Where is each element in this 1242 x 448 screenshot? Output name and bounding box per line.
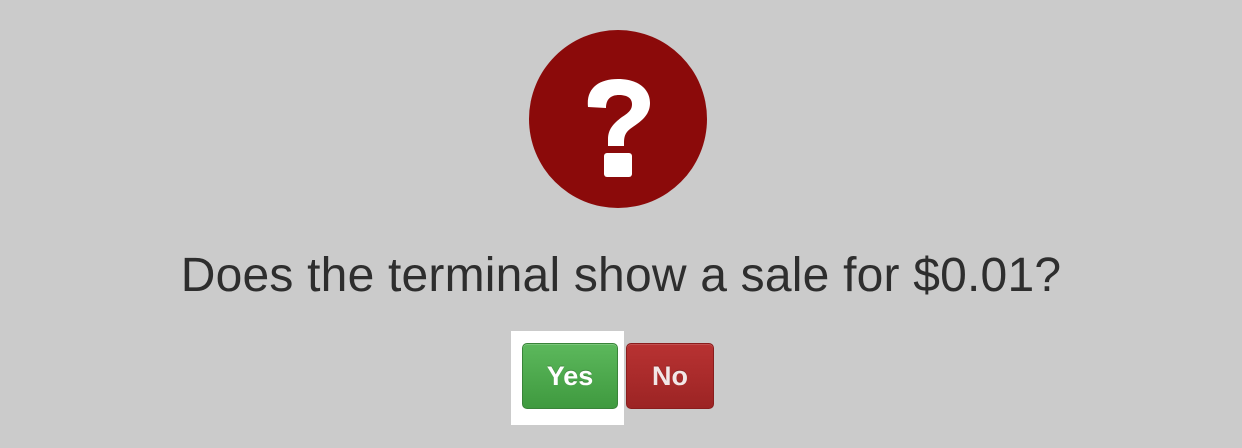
- no-button[interactable]: No: [626, 343, 714, 409]
- confirmation-dialog: Does the terminal show a sale for $0.01?…: [0, 0, 1242, 448]
- question-circle-icon: [528, 29, 708, 209]
- confirmation-question: Does the terminal show a sale for $0.01?: [180, 249, 1062, 302]
- yes-button[interactable]: Yes: [522, 343, 618, 409]
